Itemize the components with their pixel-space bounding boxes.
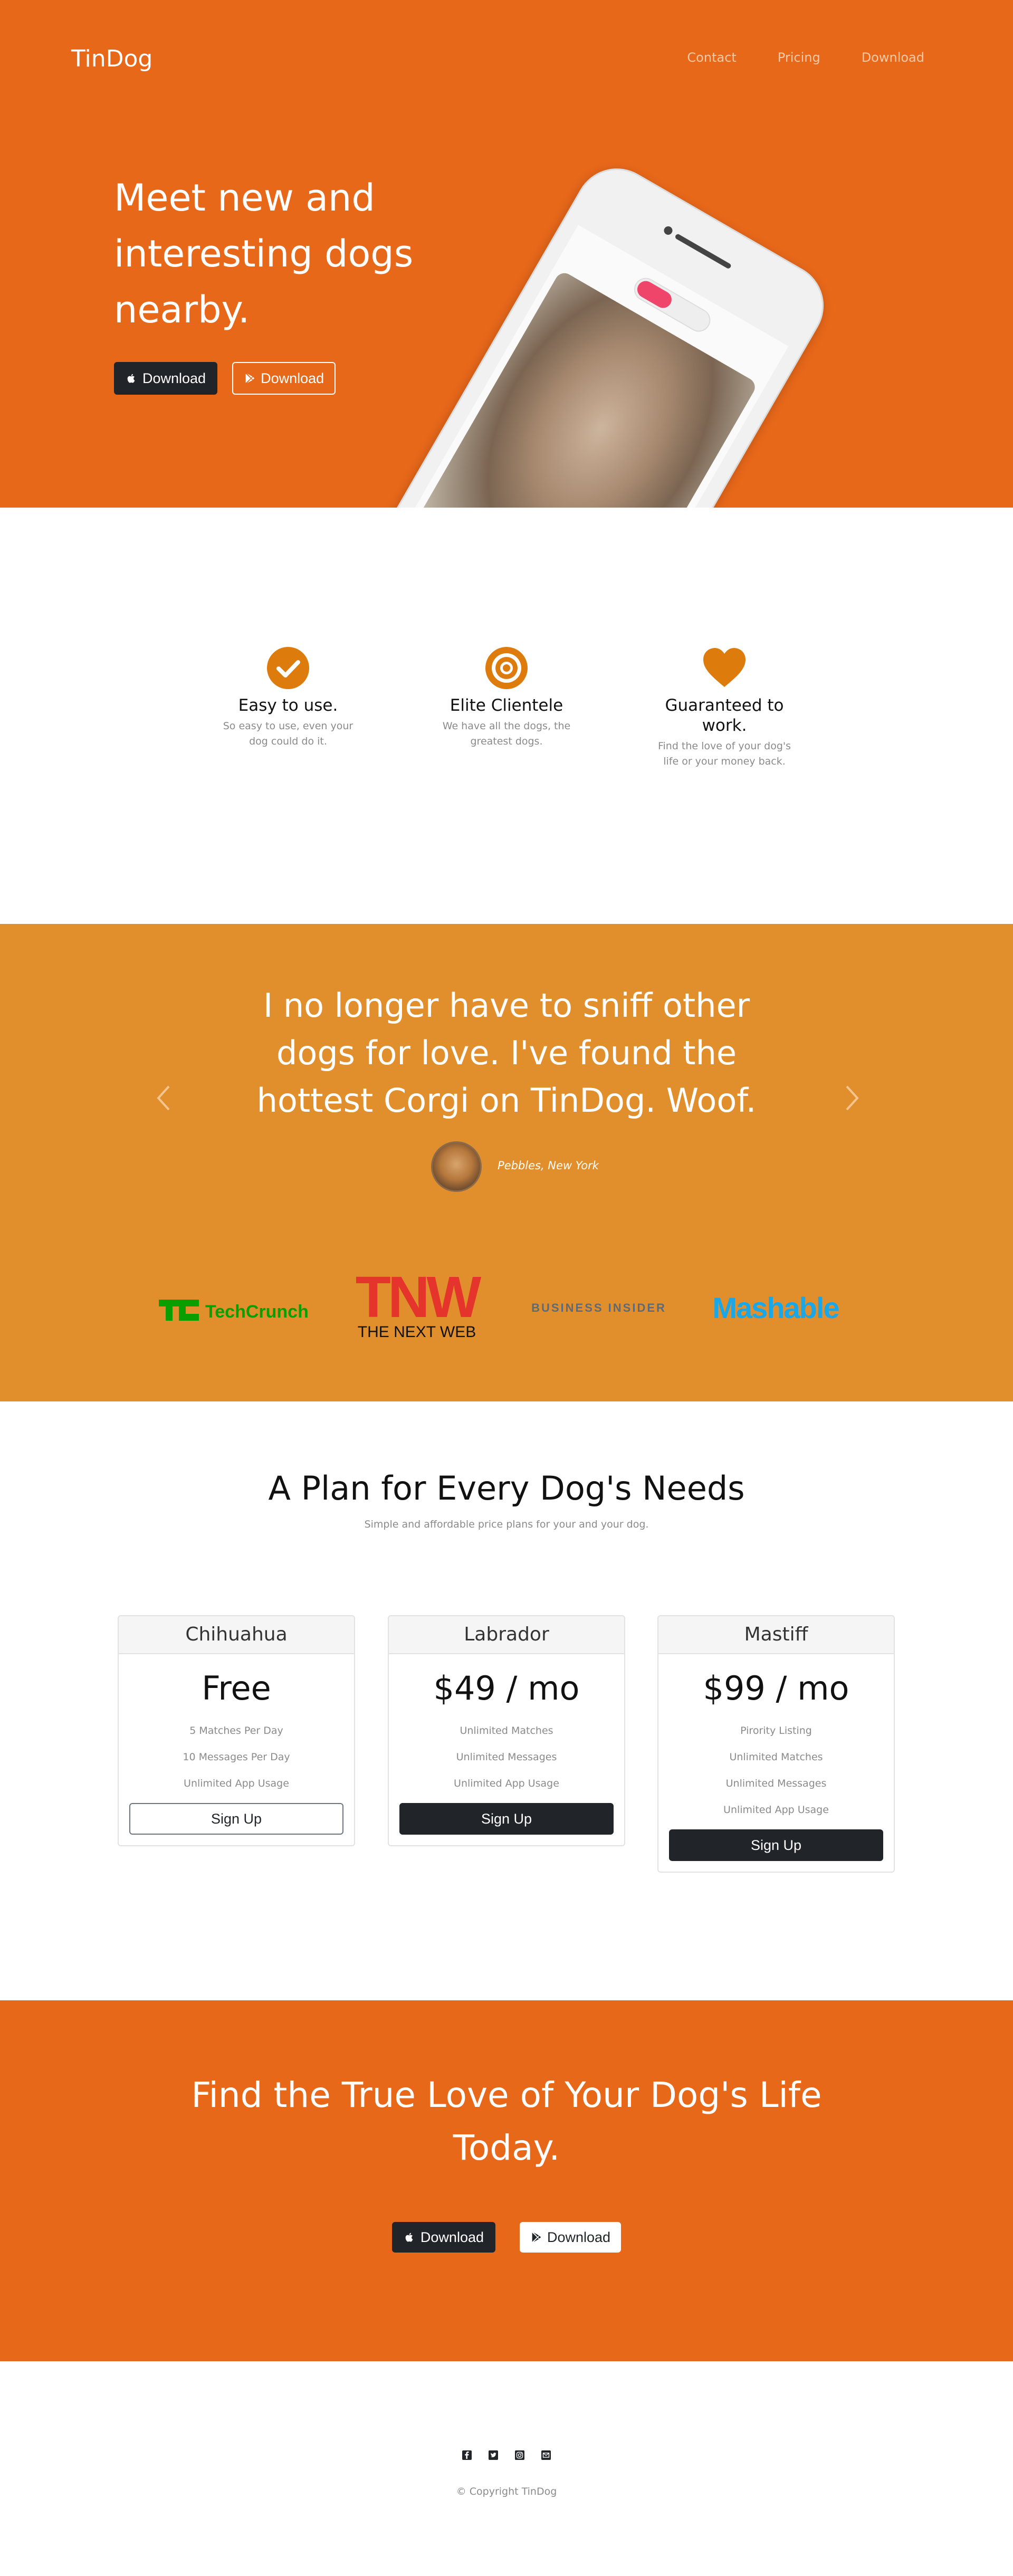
feature-easy: Easy to use. So easy to use, even your d… [217, 646, 359, 749]
testimonial-quote: I no longer have to sniff other dogs for… [256, 986, 757, 1120]
google-play-download-label: Download [261, 370, 324, 386]
hero-section: TinDog Contact Pricing Download Meet new… [0, 0, 1013, 508]
nav-link-contact[interactable]: Contact [687, 50, 736, 65]
twitter-icon[interactable] [488, 2450, 499, 2460]
bullseye-icon [485, 647, 528, 689]
reviewer-avatar [431, 1141, 482, 1192]
hero-title: Meet new and interesting dogs nearby. [114, 176, 414, 331]
plan-feature: Unlimited Messages [456, 1751, 557, 1763]
plan-feature: Unlimited App Usage [723, 1804, 829, 1816]
tnw-logo: TNW THE NEXT WEB [356, 1270, 485, 1341]
cta-section: Find the True Love of Your Dog's Life To… [0, 2000, 1013, 2361]
cta-download-buttons: Download Download [0, 2222, 1013, 2253]
apple-download-label: Download [142, 370, 206, 386]
apple-download-button[interactable]: Download [391, 2222, 495, 2253]
techcrunch-wordmark: TechCrunch [205, 1302, 309, 1322]
pricing-section: A Plan for Every Dog's Needs Simple and … [0, 1401, 1013, 2000]
plan-feature: Unlimited App Usage [184, 1778, 289, 1789]
reviewer-name: Pebbles, New York [498, 1159, 599, 1172]
plan-card-labrador: Labrador $49 / mo Unlimited Matches Unli… [388, 1615, 625, 1846]
plan-feature: Unlimited Matches [460, 1725, 553, 1737]
email-icon[interactable] [541, 2450, 551, 2460]
plan-feature: Unlimited Messages [725, 1778, 827, 1789]
tnw-mark: TNW [356, 1270, 482, 1330]
business-insider-wordmark: BUSINESS INSIDER [531, 1301, 666, 1314]
plan-name: Labrador [389, 1616, 624, 1654]
plan-feature: Unlimited App Usage [454, 1778, 559, 1789]
google-play-icon [532, 2232, 541, 2243]
plan-feature: 5 Matches Per Day [189, 1725, 283, 1737]
techcrunch-logo: TechCrunch [159, 1300, 309, 1322]
copyright-text: © Copyright TinDog [456, 2486, 557, 2497]
sign-up-button[interactable]: Sign Up [399, 1803, 614, 1835]
nav-link-pricing[interactable]: Pricing [778, 50, 820, 65]
feature-text: Find the love of your dog's life or your… [657, 740, 791, 767]
hero-download-buttons: Download Download [114, 362, 336, 395]
plan-feature: Pirority Listing [740, 1725, 812, 1737]
sign-up-button[interactable]: Sign Up [129, 1803, 343, 1835]
mashable-wordmark: Mashable [712, 1291, 839, 1324]
check-circle-icon [267, 647, 309, 689]
plan-feature: Unlimited Matches [729, 1751, 823, 1763]
nav-link-download[interactable]: Download [862, 50, 924, 65]
apple-download-label: Download [420, 2229, 484, 2245]
pricing-title: A Plan for Every Dog's Needs [268, 1469, 745, 1508]
apple-download-button[interactable]: Download [114, 362, 218, 395]
apple-icon [127, 374, 135, 383]
facebook-icon[interactable] [462, 2450, 472, 2460]
footer: © Copyright TinDog [0, 2361, 1013, 2576]
feature-text: We have all the dogs, the greatest dogs. [442, 720, 571, 747]
brand-logo[interactable]: TinDog [71, 45, 152, 72]
feature-elite: Elite Clientele We have all the dogs, th… [435, 646, 578, 749]
google-play-download-label: Download [547, 2229, 611, 2245]
google-play-icon [245, 373, 255, 384]
google-play-download-button[interactable]: Download [232, 362, 336, 395]
sign-up-button[interactable]: Sign Up [669, 1829, 883, 1861]
feature-title: Elite Clientele [450, 696, 563, 715]
social-links [0, 2450, 1013, 2460]
plan-name: Chihuahua [119, 1616, 354, 1654]
features-section: Easy to use. So easy to use, even your d… [0, 508, 1013, 924]
cta-title: Find the True Love of Your Dog's Life To… [191, 2075, 822, 2168]
plan-price: Free [202, 1669, 271, 1707]
plan-feature: 10 Messages Per Day [183, 1751, 290, 1763]
business-insider-logo: BUSINESS INSIDER [531, 1301, 666, 1314]
top-nav: Contact Pricing Download [687, 50, 924, 65]
plan-card-chihuahua: Chihuahua Free 5 Matches Per Day 10 Mess… [118, 1615, 355, 1846]
plan-name: Mastiff [658, 1616, 894, 1654]
feature-title: Guaranteed to work. [665, 696, 784, 735]
carousel-prev-icon[interactable] [153, 1082, 174, 1114]
mashable-logo: Mashable [712, 1291, 840, 1324]
plan-price: $99 / mo [703, 1669, 849, 1707]
google-play-download-button[interactable]: Download [520, 2222, 622, 2253]
instagram-icon[interactable] [514, 2450, 525, 2460]
tnw-wordmark: THE NEXT WEB [358, 1323, 476, 1341]
feature-guaranteed: Guaranteed to work. Find the love of you… [653, 646, 796, 769]
plan-card-mastiff: Mastiff $99 / mo Pirority Listing Unlimi… [657, 1615, 895, 1873]
heart-icon [703, 648, 746, 687]
pricing-subtitle: Simple and affordable price plans for yo… [364, 1519, 649, 1530]
testimonial-section: I no longer have to sniff other dogs for… [0, 924, 1013, 1401]
plan-price: $49 / mo [433, 1669, 580, 1707]
carousel-next-icon[interactable] [842, 1082, 863, 1114]
feature-text: So easy to use, even your dog could do i… [223, 720, 353, 747]
apple-icon [405, 2232, 413, 2242]
feature-title: Easy to use. [238, 696, 338, 715]
